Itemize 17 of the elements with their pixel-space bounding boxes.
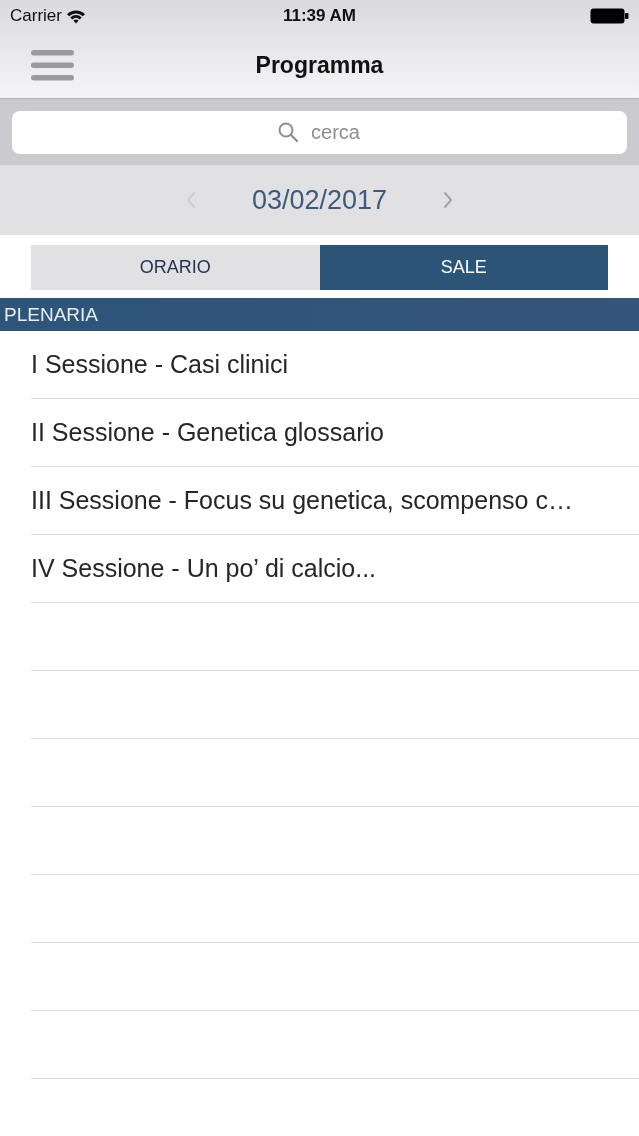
- segment-tab[interactable]: SALE: [319, 245, 608, 290]
- segment-tab[interactable]: ORARIO: [31, 245, 320, 290]
- section-header: PLENARIA: [0, 298, 639, 331]
- date-label: 03/02/2017: [251, 183, 388, 217]
- session-item[interactable]: III Sessione - Focus su genetica, scompenso c…: [31, 467, 639, 535]
- status-time: 11:39 AM: [282, 5, 357, 28]
- session-item[interactable]: IV Sessione - Un po’ di calcio...: [31, 535, 639, 603]
- session-item[interactable]: II Sessione - Genetica glossario: [31, 399, 639, 467]
- page-title: Programma: [255, 50, 384, 80]
- search-field[interactable]: cerca: [12, 111, 627, 154]
- wifi-icon: [65, 8, 86, 24]
- search-icon: [278, 122, 298, 142]
- menu-button[interactable]: [31, 49, 74, 81]
- session-item[interactable]: I Sessione - Casi clinici: [31, 331, 639, 399]
- carrier-label: Carrier: [10, 5, 62, 28]
- menu-icon: [31, 49, 74, 81]
- battery-icon: [590, 8, 629, 24]
